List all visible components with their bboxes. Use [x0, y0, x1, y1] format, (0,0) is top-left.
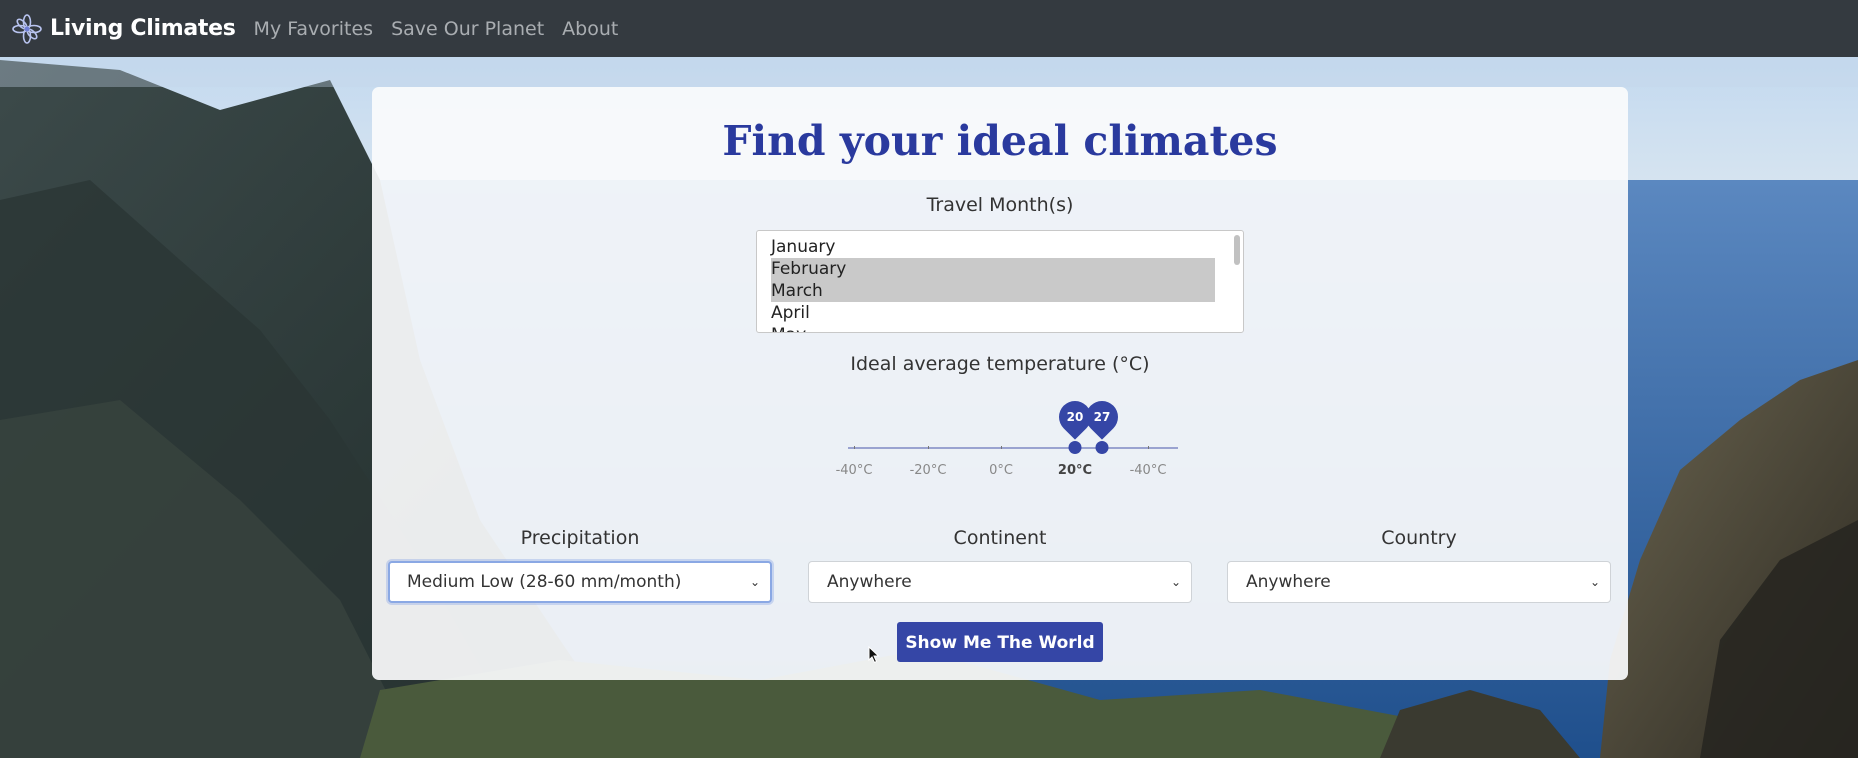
tick-label: -40°C [835, 463, 873, 478]
show-me-the-world-button[interactable]: Show Me The World [897, 622, 1103, 662]
tick-label: -20°C [909, 463, 947, 478]
top-navbar: Living Climates My Favorites Save Our Pl… [0, 0, 1858, 57]
min-temperature-handle[interactable] [1068, 441, 1082, 454]
brand-link[interactable]: Living Climates [12, 13, 236, 44]
slider-tick [1148, 446, 1149, 449]
chevron-down-icon: ⌄ [1170, 575, 1181, 589]
month-option-may[interactable]: May [757, 324, 1213, 332]
slider-tick [1001, 446, 1002, 449]
nav-about[interactable]: About [562, 18, 618, 40]
month-option-february[interactable]: February [771, 258, 1215, 280]
nav-my-favorites[interactable]: My Favorites [254, 18, 374, 40]
max-value-text: 27 [1093, 410, 1111, 424]
slider-tick [854, 446, 855, 449]
precipitation-label: Precipitation [520, 527, 640, 549]
country-select[interactable]: Anywhere ⌄ [1227, 561, 1611, 603]
slider-track[interactable] [848, 447, 1178, 449]
chevron-down-icon: ⌄ [1589, 575, 1600, 589]
month-option-april[interactable]: April [757, 302, 1213, 324]
temperature-range-slider[interactable]: -40°C -20°C 0°C 20°C -40°C 20 27 [834, 394, 1178, 497]
listbox-scroll-thumb[interactable] [1234, 235, 1240, 265]
temperature-label: Ideal average temperature (°C) [850, 353, 1150, 375]
slider-tick [928, 446, 929, 449]
chevron-down-icon: ⌄ [749, 575, 760, 589]
page-title: Find your ideal climates [722, 117, 1278, 165]
country-value: Anywhere [1246, 572, 1331, 592]
continent-label: Continent [953, 527, 1047, 549]
climate-search-card: Find your ideal climates Travel Month(s)… [372, 87, 1628, 680]
mouse-cursor-icon [868, 646, 880, 664]
month-option-march[interactable]: March [771, 280, 1215, 302]
continent-value: Anywhere [827, 572, 912, 592]
precipitation-select[interactable]: Medium Low (28-60 mm/month) ⌄ [388, 561, 772, 603]
precipitation-value: Medium Low (28-60 mm/month) [407, 572, 682, 592]
tick-label: -40°C [1129, 463, 1167, 478]
tick-label: 0°C [989, 463, 1013, 478]
country-label: Country [1381, 527, 1457, 549]
listbox-scrollbar[interactable] [1231, 233, 1241, 332]
nav-save-our-planet[interactable]: Save Our Planet [391, 18, 544, 40]
brand-name: Living Climates [50, 16, 236, 41]
travel-months-label: Travel Month(s) [926, 194, 1074, 216]
continent-select[interactable]: Anywhere ⌄ [808, 561, 1192, 603]
tick-label: 20°C [1057, 463, 1093, 478]
flower-logo-icon [12, 13, 42, 44]
month-option-january[interactable]: January [757, 236, 1213, 258]
max-temperature-handle[interactable] [1095, 441, 1109, 454]
travel-months-listbox[interactable]: January February March April May [756, 230, 1244, 333]
